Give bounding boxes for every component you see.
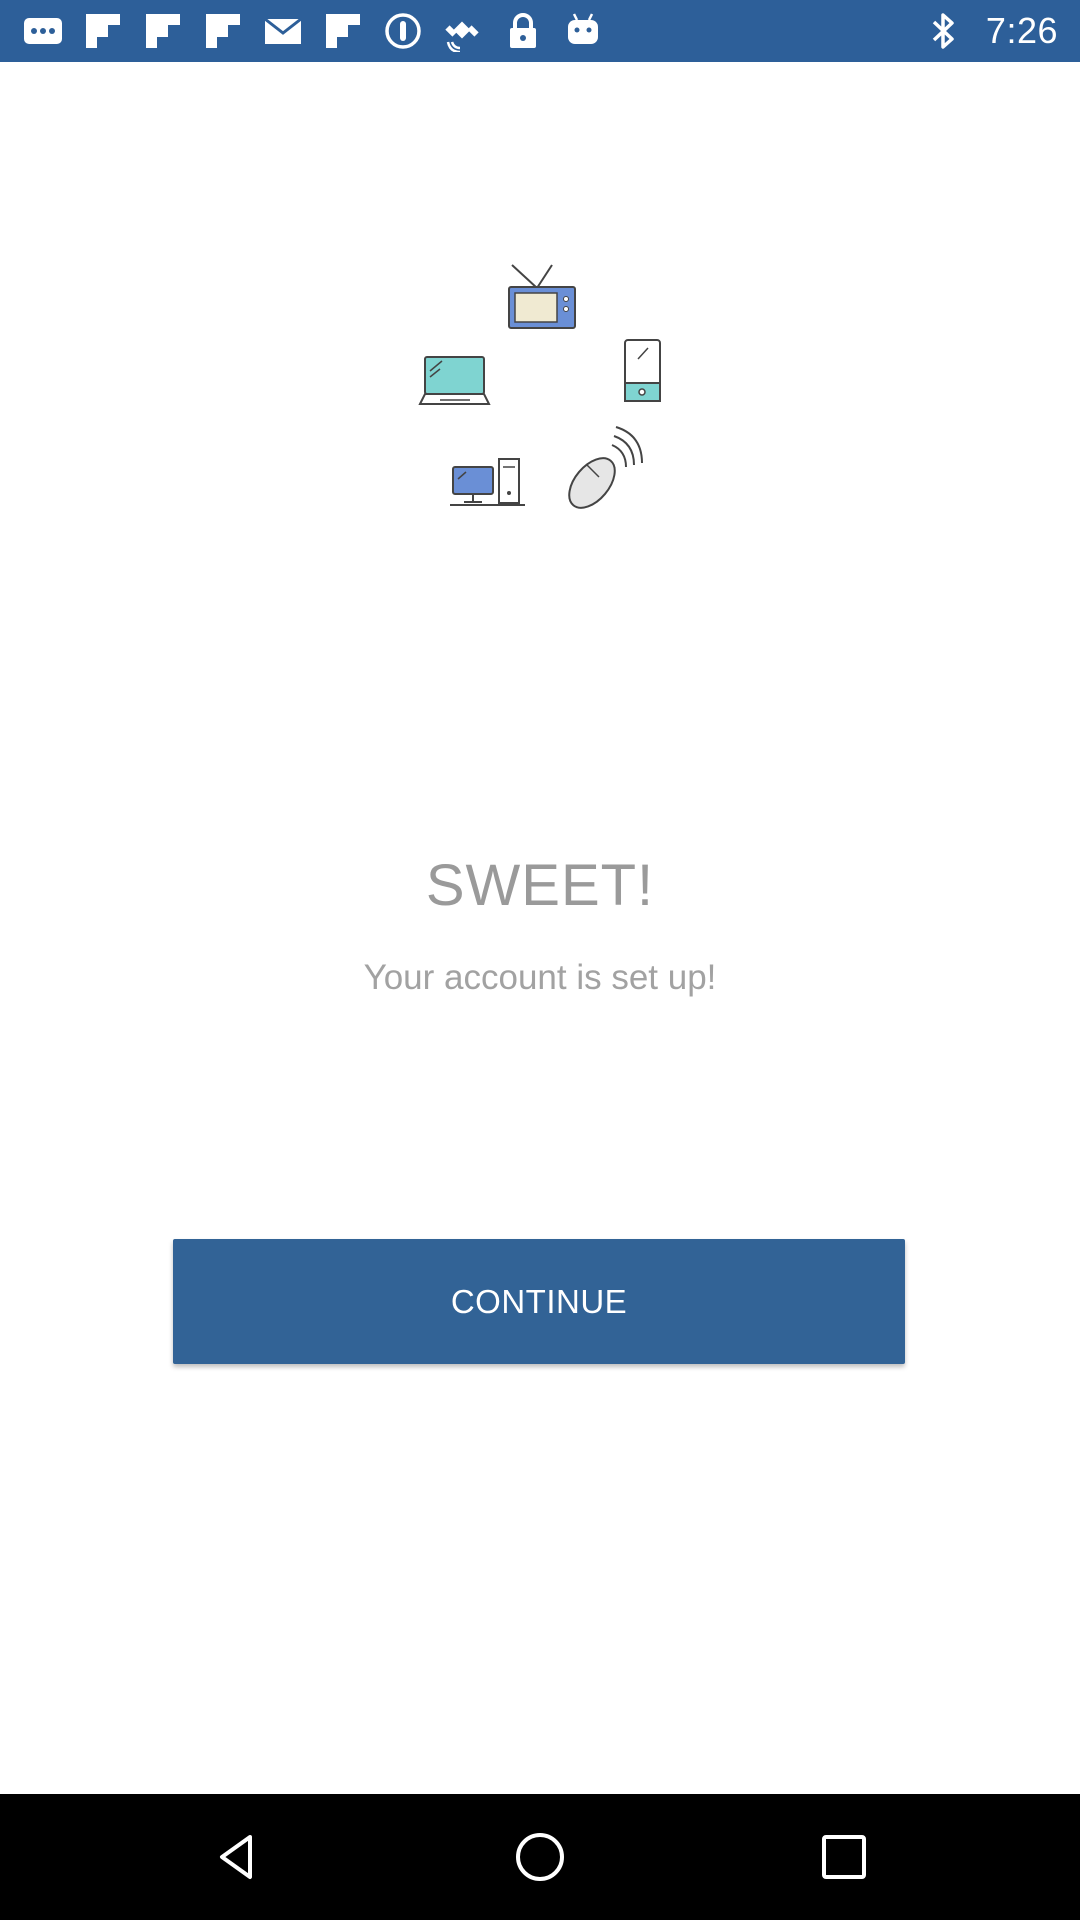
continue-button[interactable]: CONTINUE (173, 1239, 905, 1364)
home-button[interactable] (504, 1821, 576, 1893)
tv-icon (508, 264, 576, 329)
laptop-icon (418, 356, 491, 405)
devices-illustration (400, 255, 680, 515)
navigation-bar (0, 1794, 1080, 1920)
clock: 7:26 (985, 10, 1058, 51)
flipboard-icon (146, 14, 180, 48)
system-status: 7:26 (922, 8, 1058, 54)
back-icon (220, 1835, 252, 1879)
success-title: SWEET! (425, 853, 655, 918)
wireless-mouse-icon (568, 426, 643, 509)
home-icon (516, 1833, 564, 1881)
account-setup-screen: 7:26 SWEET! Your account is set up! CONT… (0, 0, 1080, 1920)
fake-gps-icon (445, 21, 479, 52)
flipboard-icon (326, 14, 360, 48)
flipboard-icon (86, 14, 120, 48)
android-icon (568, 13, 598, 44)
recents-icon (822, 1835, 866, 1879)
alert-icon (385, 13, 421, 49)
back-button[interactable] (202, 1821, 274, 1893)
status-bar: 7:26 (0, 0, 1080, 62)
tablet-icon (624, 339, 661, 402)
flipboard-icon (206, 14, 240, 48)
success-subtitle: Your account is set up! (363, 958, 717, 997)
more-icon (24, 18, 62, 44)
lock-icon (510, 13, 536, 48)
desktop-computer-icon (450, 458, 525, 506)
bluetooth-icon (932, 13, 954, 49)
recents-button[interactable] (808, 1821, 880, 1893)
email-icon (264, 17, 302, 44)
notification-icons (22, 10, 604, 52)
